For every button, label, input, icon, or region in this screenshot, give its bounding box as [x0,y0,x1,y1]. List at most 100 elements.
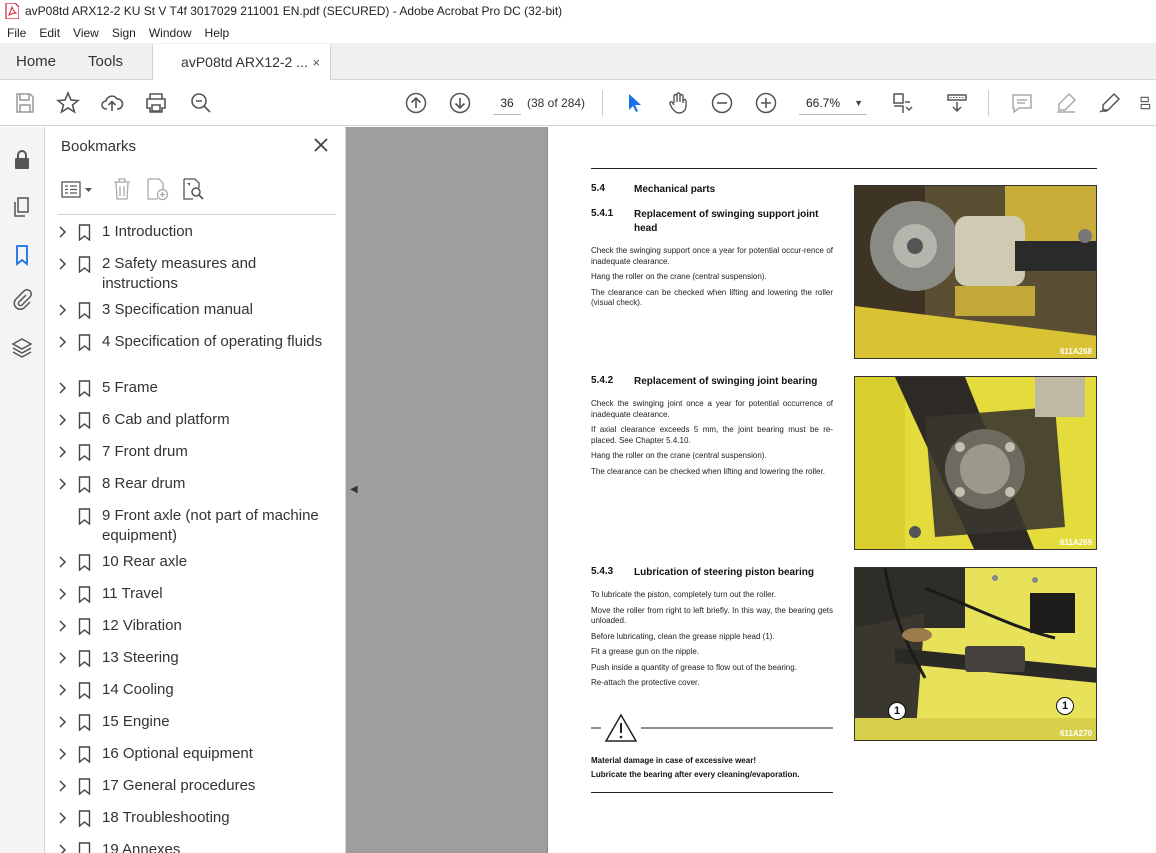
zoom-out-icon[interactable] [709,90,735,116]
chevron-right-icon[interactable] [58,808,70,828]
previous-page-icon[interactable] [403,90,429,116]
chevron-right-icon[interactable] [58,300,70,320]
menu-sign[interactable]: Sign [105,26,142,40]
select-cursor-icon[interactable] [621,90,647,116]
bookmark-item[interactable]: 19 Annexes [45,840,325,853]
bookmark-item[interactable]: 5 Frame [45,378,325,398]
bookmark-item[interactable]: 13 Steering [45,648,325,668]
menu-bar: File Edit View Sign Window Help [0,22,1156,43]
bookmark-item[interactable]: 2 Safety measures and instructions [45,254,325,294]
warning-icon [591,713,833,742]
chevron-right-icon[interactable] [58,776,70,796]
bookmark-item[interactable]: 12 Vibration [45,616,325,636]
delete-icon[interactable] [111,177,133,201]
bookmark-item[interactable]: 18 Troubleshooting [45,808,325,828]
close-icon[interactable] [313,137,329,153]
bookmark-icon [78,442,92,462]
scroll-mode-icon[interactable] [944,90,970,116]
more-tools-icon[interactable] [1139,90,1156,116]
page-number-input[interactable]: 36 [493,91,521,115]
page-thumbnails-icon[interactable] [10,195,34,219]
bookmark-label: 2 Safety measures and instructions [102,255,257,292]
tab-tools[interactable]: Tools [72,43,139,79]
sign-pen-icon[interactable] [1097,90,1123,116]
next-page-icon[interactable] [447,90,473,116]
collapse-panel-icon[interactable]: ◀ [350,484,358,495]
save-icon[interactable] [12,90,38,116]
chevron-right-icon[interactable] [58,410,70,430]
bookmark-icon [78,378,92,398]
bookmark-item[interactable]: 7 Front drum [45,442,325,462]
bookmark-item[interactable]: 8 Rear drum [45,474,325,494]
section-title: Replacement of swinging support joint he… [634,209,819,234]
chevron-right-icon[interactable] [58,552,70,572]
chevron-down-icon: ▼ [854,97,863,108]
paragraph: Fit a grease gun on the nipple. [591,647,700,656]
chevron-right-icon[interactable] [58,332,70,352]
bookmark-item[interactable]: 4 Specification of operating fluids [45,332,325,352]
bookmark-item[interactable]: 14 Cooling [45,680,325,700]
bookmark-item[interactable]: 17 General procedures [45,776,325,796]
chevron-right-icon[interactable] [58,680,70,700]
zoom-select[interactable]: 66.7% ▼ [799,91,867,115]
bookmark-item[interactable]: 10 Rear axle [45,552,325,572]
chevron-right-icon[interactable] [58,648,70,668]
bookmark-label: 14 Cooling [102,681,174,698]
chevron-right-icon[interactable] [58,254,70,274]
bookmark-item[interactable]: 1 Introduction [45,222,325,242]
tab-document[interactable]: avP08td ARX12-2 ... × [152,44,332,80]
menu-window[interactable]: Window [142,26,198,40]
figure-image: 611A268 [854,185,1097,359]
lock-icon[interactable] [10,148,34,172]
chevron-right-icon[interactable] [58,584,70,604]
upload-cloud-icon[interactable] [99,90,125,116]
warning-line-2: Lubricate the bearing after every cleani… [591,770,800,779]
bookmark-icon [78,506,92,526]
bookmark-icon [78,840,92,853]
new-bookmark-icon[interactable] [145,177,169,201]
chevron-right-icon[interactable] [58,378,70,398]
bookmarks-toolbar [59,176,335,204]
bookmark-item[interactable]: 3 Specification manual [45,300,325,320]
star-icon[interactable] [55,90,81,116]
chevron-right-icon[interactable] [58,840,70,853]
bookmark-panel-icon[interactable] [10,243,34,267]
menu-edit[interactable]: Edit [32,26,66,40]
menu-file[interactable]: File [0,26,32,40]
bookmark-item[interactable]: 15 Engine [45,712,325,732]
tab-home[interactable]: Home [0,43,72,79]
print-icon[interactable] [143,90,169,116]
chevron-right-icon[interactable] [58,474,70,494]
bookmark-icon [78,776,92,796]
chevron-right-icon[interactable] [58,442,70,462]
figure-caption: 611A270 [1059,729,1092,738]
find-bookmark-icon[interactable] [181,177,205,201]
bookmark-label: 10 Rear axle [102,553,188,570]
bookmark-item[interactable]: 6 Cab and platform [45,410,325,430]
highlight-pen-icon[interactable] [1053,90,1079,116]
bookmarks-title: Bookmarks [61,138,137,155]
tab-close-icon[interactable]: × [312,55,320,70]
menu-help[interactable]: Help [198,26,236,40]
chevron-right-icon[interactable] [58,616,70,636]
bookmark-item[interactable]: 16 Optional equipment [45,744,325,764]
menu-view[interactable]: View [66,26,105,40]
bookmark-label: 5 Frame [102,379,158,396]
layers-icon[interactable] [10,336,34,360]
chevron-right-icon[interactable] [58,222,70,242]
chevron-right-icon[interactable] [58,712,70,732]
bookmark-item[interactable]: 9 Front axle (not part of machine equipm… [45,506,325,546]
section-number: 5.4.1 [591,208,614,219]
bookmark-icon [78,410,92,430]
bookmark-options-icon[interactable] [61,179,95,201]
bookmark-item[interactable]: 11 Travel [45,584,325,604]
zoom-in-icon[interactable] [753,90,779,116]
paragraph: The clearance can be checked when liftin… [591,287,833,308]
chevron-right-icon[interactable] [58,744,70,764]
search-zoom-icon[interactable] [188,90,214,116]
comment-icon[interactable] [1009,90,1035,116]
page-view-icon[interactable] [889,90,915,116]
hand-tool-icon[interactable] [665,90,691,116]
attachment-icon[interactable] [10,288,34,312]
